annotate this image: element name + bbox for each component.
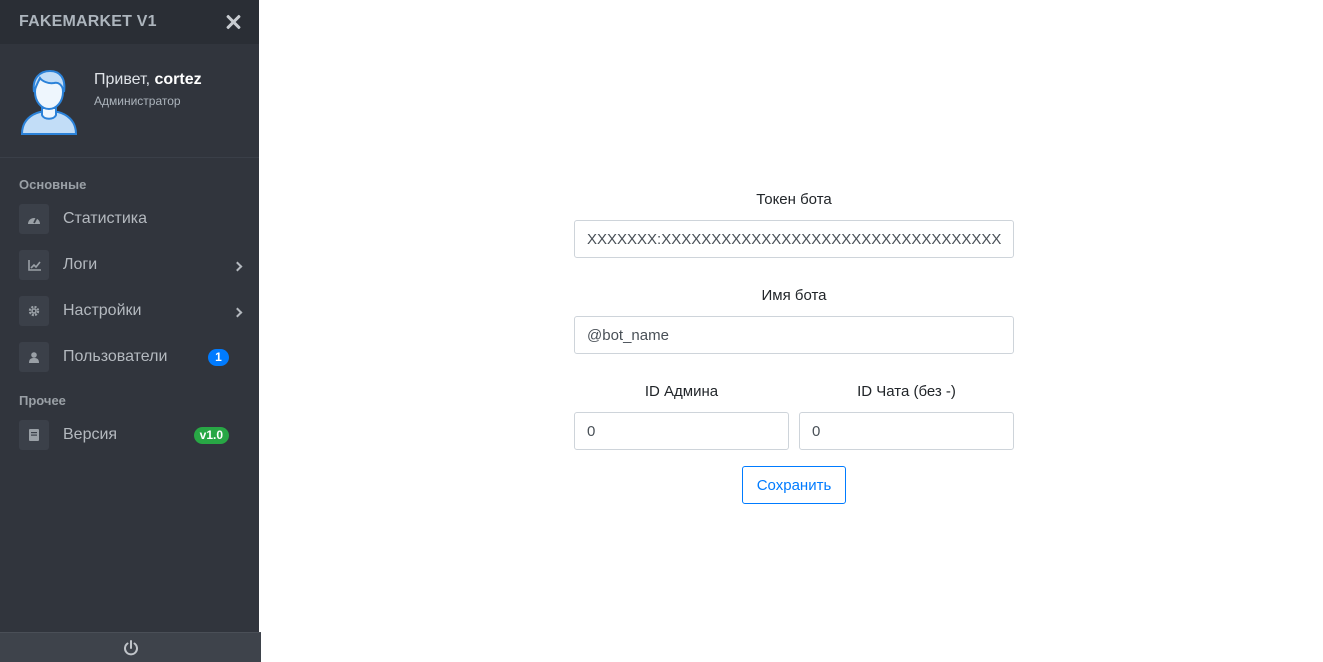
- gear-icon: [19, 296, 49, 326]
- menu-header-other: Прочее: [19, 393, 66, 408]
- brand-title: FAKEMARKET V1: [19, 13, 157, 30]
- sidebar-brand: FAKEMARKET V1: [0, 0, 259, 44]
- user-role: Администратор: [94, 94, 181, 108]
- user-panel: Привет, cortez Администратор: [0, 44, 259, 158]
- sidebar-footer: [0, 632, 261, 662]
- admin-id-input[interactable]: [574, 412, 789, 450]
- sidebar-item-label: Статистика: [63, 210, 148, 227]
- sidebar-item-statistics[interactable]: Статистика: [0, 196, 259, 242]
- token-label: Токен бота: [756, 191, 832, 208]
- close-icon[interactable]: [225, 14, 241, 30]
- username: cortez: [154, 71, 202, 88]
- save-button[interactable]: Сохранить: [742, 466, 846, 504]
- sidebar-item-label: Логи: [63, 256, 98, 273]
- greeting-text: Привет,: [94, 71, 155, 88]
- sidebar-item-logs[interactable]: Логи: [0, 242, 259, 288]
- chat-id-input[interactable]: [799, 412, 1014, 450]
- version-badge: v1.0: [193, 426, 229, 444]
- sidebar-item-version[interactable]: Версия v1.0: [0, 412, 259, 458]
- bot-name-label: Имя бота: [761, 287, 827, 304]
- user-icon: [19, 342, 49, 372]
- power-icon[interactable]: [123, 639, 139, 656]
- book-icon: [19, 420, 49, 450]
- avatar: [20, 69, 78, 135]
- sidebar-item-label: Настройки: [63, 302, 142, 319]
- chevron-right-icon: [232, 261, 243, 272]
- sidebar: FAKEMARKET V1 Привет, cortez Администрат…: [0, 0, 261, 662]
- user-greeting: Привет, cortez: [94, 71, 202, 89]
- users-count-badge: 1: [208, 348, 229, 366]
- chart-icon: [19, 250, 49, 280]
- bot-name-input[interactable]: [574, 316, 1014, 354]
- sidebar-item-label: Пользователи: [63, 348, 168, 365]
- admin-id-label: ID Админа: [644, 383, 719, 400]
- token-input[interactable]: [574, 220, 1014, 258]
- dashboard-icon: [19, 204, 49, 234]
- sidebar-item-users[interactable]: Пользователи 1: [0, 334, 259, 380]
- chat-id-label: ID Чата (без -): [857, 383, 956, 400]
- bot-settings-form: Токен бота Имя бота ID Админа ID Чата (б…: [574, 190, 1014, 504]
- sidebar-item-settings[interactable]: Настройки: [0, 288, 259, 334]
- chevron-right-icon: [232, 307, 243, 318]
- menu-header-main: Основные: [19, 177, 87, 192]
